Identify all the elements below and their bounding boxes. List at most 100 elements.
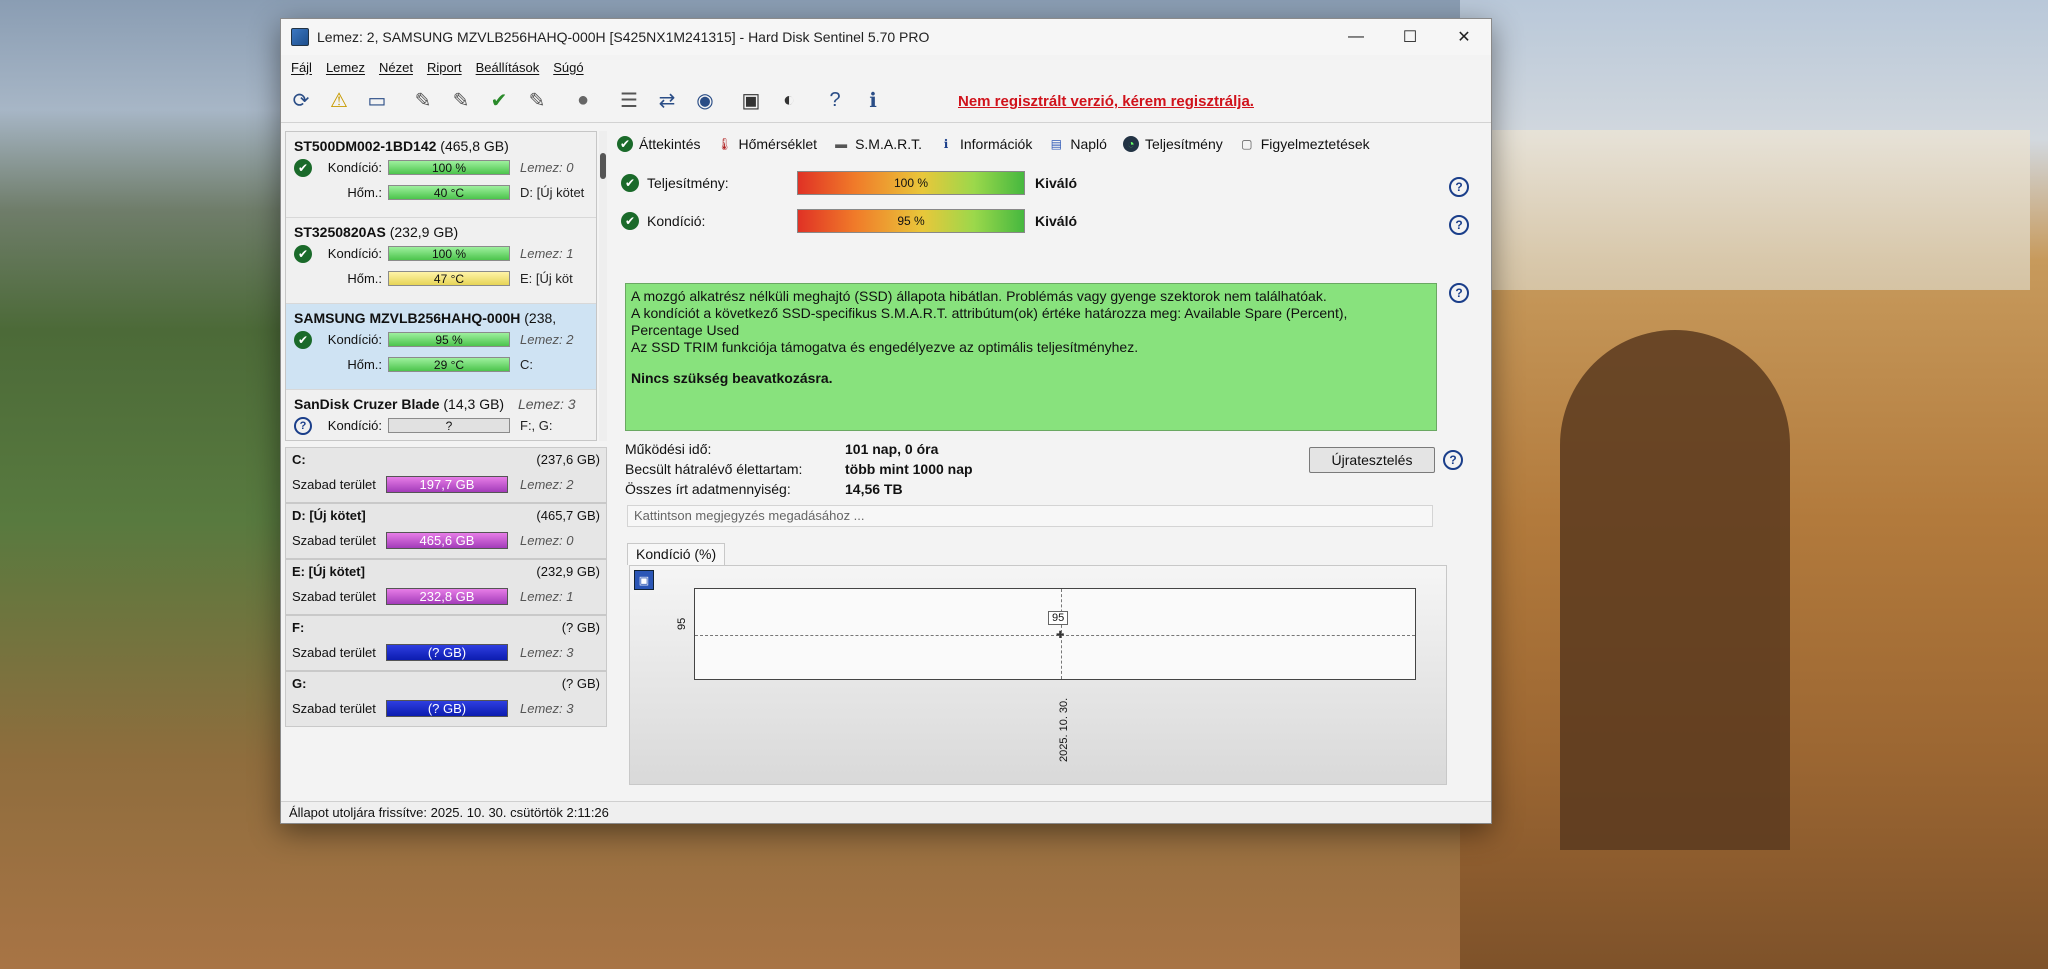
menu-help[interactable]: Súgó	[553, 60, 583, 75]
network-icon[interactable]: ◉	[689, 85, 721, 117]
volume-disk: Lemez: 2	[520, 477, 574, 492]
app-icon	[291, 28, 309, 46]
help-icon[interactable]: ?	[1449, 215, 1469, 235]
menu-view[interactable]: Nézet	[379, 60, 413, 75]
close-button[interactable]: ✕	[1437, 19, 1491, 55]
window-title: Lemez: 2, SAMSUNG MZVLB256HAHQ-000H [S42…	[317, 29, 930, 45]
wallpaper-bridge-arch	[1560, 330, 1790, 850]
menu-report[interactable]: Riport	[427, 60, 462, 75]
menu-disk[interactable]: Lemez	[326, 60, 365, 75]
warning-icon[interactable]: ⚠	[323, 85, 355, 117]
alerts-icon: ▢	[1241, 137, 1253, 151]
disk-index: Lemez: 0	[520, 160, 574, 175]
volume-item-f[interactable]: F: (? GB) Szabad terület (? GB) Lemez: 3	[285, 615, 607, 671]
volume-item-c[interactable]: C: (237,6 GB) Szabad terület 197,7 GB Lemez…	[285, 447, 607, 503]
disk-item-1[interactable]: ST3250820AS (232,9 GB) ✔ Kondíció: 100 %…	[286, 218, 596, 304]
minimize-button[interactable]: —	[1329, 19, 1383, 55]
help-icon[interactable]: ?	[1443, 450, 1463, 470]
message-summary: Nincs szükség beavatkozásra.	[631, 370, 833, 386]
chart-tab-condition[interactable]: Kondíció (%)	[627, 543, 726, 565]
message-line: Percentage Used	[631, 322, 740, 338]
info-icon[interactable]: ℹ	[857, 85, 889, 117]
stat-label: Becsült hátralévő élettartam:	[625, 461, 803, 477]
maximize-button[interactable]: ☐	[1383, 19, 1437, 55]
tool-icon[interactable]: ✎	[407, 85, 439, 117]
disk-item-0[interactable]: ST500DM002-1BD142 (465,8 GB) ✔ Kondíció:…	[286, 132, 596, 218]
tab-bar: ✔ Áttekintés 🌡 Hőmérséklet ▬ S.M.A.R.T. ℹ In…	[617, 131, 1485, 157]
condition-label: Kondíció:	[327, 246, 382, 261]
volume-item-d[interactable]: D: [Új kötet] (465,7 GB) Szabad terület 46…	[285, 503, 607, 559]
volume-size: (? GB)	[561, 676, 600, 691]
help-icon[interactable]: ?	[1449, 177, 1469, 197]
volume-name: D: [Új kötet]	[292, 508, 366, 523]
disk-size: (238,	[524, 310, 557, 326]
tab-label: Információk	[959, 136, 1033, 152]
condition-rating: Kiváló	[1035, 213, 1078, 229]
disk-list-scrollbar[interactable]	[599, 131, 607, 441]
menu-file[interactable]: Fájl	[291, 60, 312, 75]
stat-value: 101 nap, 0 óra	[845, 441, 939, 457]
refresh-icon[interactable]: ⟳	[285, 85, 317, 117]
temp-bar: 29 °C	[388, 357, 510, 372]
volume-disk: Lemez: 0	[520, 533, 574, 548]
tab-performance[interactable]: ◔ Teljesítmény	[1122, 136, 1223, 152]
free-space-bar: (? GB)	[386, 700, 508, 717]
retest-button[interactable]: Újratesztelés	[1309, 447, 1435, 473]
disk-name: ST3250820AS	[294, 224, 386, 240]
disk-item-2-selected[interactable]: SAMSUNG MZVLB256HAHQ-000H (238, ✔ Kondíc…	[286, 304, 596, 390]
main-window: Lemez: 2, SAMSUNG MZVLB256HAHQ-000H [S42…	[280, 18, 1492, 824]
report-icon[interactable]: ☰	[613, 85, 645, 117]
help-icon[interactable]: ?	[1449, 283, 1469, 303]
ok-check-icon: ✔	[294, 330, 312, 349]
stat-value: több mint 1000 nap	[845, 461, 973, 477]
volume-item-g[interactable]: G: (? GB) Szabad terület (? GB) Lemez: 3	[285, 671, 607, 727]
note-input[interactable]: Kattintson megjegyzés megadásához ...	[627, 505, 1433, 527]
free-space-bar: (? GB)	[386, 644, 508, 661]
condition-bar: 100 %	[388, 246, 510, 261]
blob-icon[interactable]: ●	[567, 85, 599, 117]
menu-bar: Fájl Lemez Nézet Riport Beállítások Súgó	[281, 55, 1491, 79]
volume-info: D: [Új kötet	[520, 185, 585, 200]
volume-size: (465,7 GB)	[536, 508, 600, 523]
disk-item-3[interactable]: SanDisk Cruzer Blade (14,3 GB) Lemez: 3 …	[286, 390, 596, 440]
disk-name: SanDisk Cruzer Blade	[294, 396, 440, 412]
tab-overview[interactable]: ✔ Áttekintés	[617, 136, 700, 152]
ok-check-icon: ✔	[621, 212, 639, 230]
save-icon[interactable]: ▣	[634, 570, 654, 590]
volume-disk: Lemez: 3	[520, 645, 574, 660]
monitor-icon[interactable]: ▣	[735, 85, 767, 117]
disk-icon[interactable]: ▭	[361, 85, 393, 117]
unknown-status-icon: ?	[294, 416, 312, 435]
tool-x-icon[interactable]: ✎	[521, 85, 553, 117]
volume-size: (232,9 GB)	[536, 564, 600, 579]
tool-check-icon[interactable]: ✎	[445, 85, 477, 117]
disk-list: ST500DM002-1BD142 (465,8 GB) ✔ Kondíció:…	[285, 131, 597, 441]
condition-label: Kondíció:	[327, 160, 382, 175]
performance-value: 100 %	[893, 176, 929, 190]
tool-ok-icon[interactable]: ✔	[483, 85, 515, 117]
temp-bar: 40 °C	[388, 185, 510, 200]
speaker-icon[interactable]: ◐	[773, 85, 805, 117]
condition-bar: 95 %	[388, 332, 510, 347]
ok-check-icon: ✔	[294, 244, 312, 263]
condition-bar: 95 %	[797, 209, 1025, 233]
disk-index: Lemez: 1	[520, 246, 574, 261]
left-panel: ST500DM002-1BD142 (465,8 GB) ✔ Kondíció:…	[285, 131, 609, 817]
unregistered-link[interactable]: Nem regisztrált verzió, kérem regisztrál…	[958, 93, 1254, 110]
sync-icon[interactable]: ⇄	[651, 85, 683, 117]
status-bar: Állapot utoljára frissítve: 2025. 10. 30…	[281, 801, 1491, 823]
tab-log[interactable]: ▤ Napló	[1048, 136, 1107, 152]
message-line: A kondíciót a következő SSD-specifikus S…	[631, 305, 1348, 321]
volume-name: F:	[292, 620, 305, 635]
tab-smart[interactable]: ▬ S.M.A.R.T.	[833, 136, 922, 152]
volume-size: (237,6 GB)	[536, 452, 600, 467]
menu-settings[interactable]: Beállítások	[476, 60, 540, 75]
volume-item-e[interactable]: E: [Új kötet] (232,9 GB) Szabad terület 23…	[285, 559, 607, 615]
help-icon[interactable]: ?	[819, 85, 851, 117]
disk-index: Lemez: 3	[517, 396, 576, 412]
tab-temperature[interactable]: 🌡 Hőmérséklet	[716, 136, 817, 152]
temp-label: Hőm.:	[347, 271, 382, 286]
tab-information[interactable]: ℹ Információk	[938, 136, 1033, 152]
volume-disk: Lemez: 3	[520, 701, 574, 716]
tab-alerts[interactable]: ▢ Figyelmeztetések	[1239, 136, 1370, 152]
